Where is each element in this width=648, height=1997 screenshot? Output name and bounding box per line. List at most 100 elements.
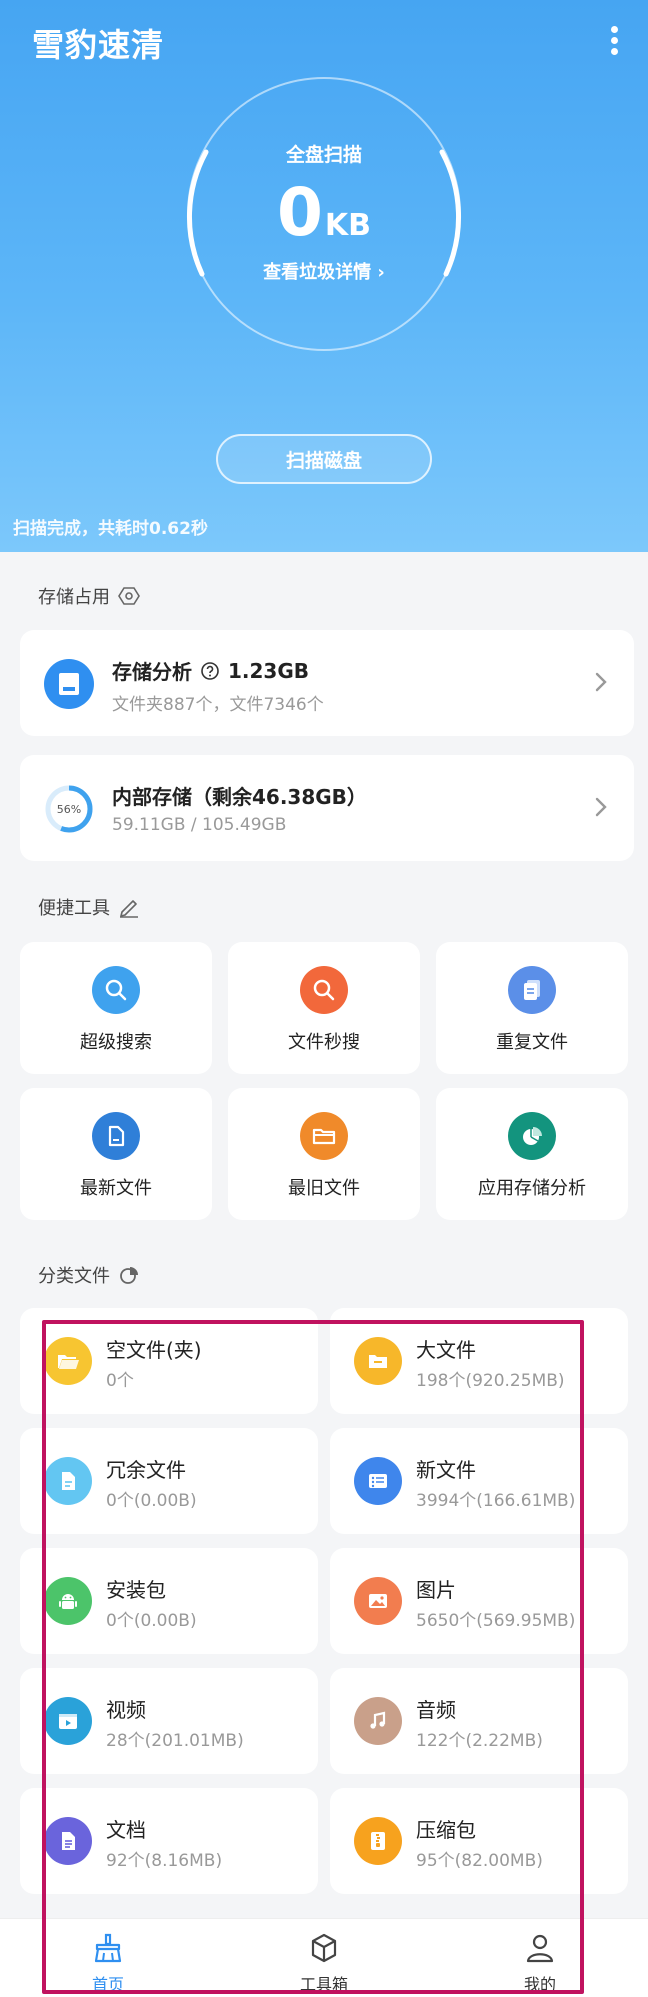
- internal-storage-sub: 59.11GB / 105.49GB: [112, 815, 287, 835]
- tool-label: 文件秒搜: [288, 1032, 360, 1053]
- category-count: 122个(2.22MB): [416, 1731, 543, 1751]
- edit-pencil-icon[interactable]: [118, 896, 140, 918]
- help-icon[interactable]: [200, 661, 220, 681]
- category-name: 视频: [106, 1698, 146, 1722]
- category-name: 图片: [416, 1578, 456, 1602]
- category-documents[interactable]: 文档 92个(8.16MB): [20, 1788, 318, 1894]
- chevron-right-icon: [595, 797, 607, 817]
- tool-label: 应用存储分析: [478, 1178, 586, 1199]
- hexagon-settings-icon[interactable]: [118, 585, 140, 607]
- nav-profile[interactable]: 我的: [480, 1919, 600, 1997]
- category-count: 0个(0.00B): [106, 1491, 197, 1511]
- music-icon: [354, 1697, 402, 1745]
- category-name: 音频: [416, 1698, 456, 1722]
- junk-size-value: 0: [276, 174, 323, 251]
- nav-label: 首页: [91, 1975, 124, 1994]
- scan-title: 全盘扫描: [285, 144, 362, 166]
- scan-header: 雪豹速清 全盘扫描 0KB 查看垃圾详情 › 扫描磁盘 扫描完成，共耗时0.62…: [0, 0, 648, 552]
- magnifier-icon: [92, 966, 140, 1014]
- scan-disk-button[interactable]: 扫描磁盘: [216, 434, 432, 484]
- nav-label: 我的: [523, 1975, 556, 1994]
- nav-toolbox[interactable]: 工具箱: [264, 1919, 384, 1997]
- broom-icon: [94, 1933, 122, 1963]
- storage-analysis-sub: 文件夹887个，文件7346个: [112, 695, 324, 715]
- tool-newest-files[interactable]: 最新文件: [20, 1088, 212, 1220]
- scan-status-text: 扫描完成，共耗时0.62秒: [13, 519, 208, 539]
- tools-section-label: 便捷工具: [38, 898, 110, 919]
- storage-analysis-value: 1.23GB: [228, 658, 310, 683]
- junk-detail-link[interactable]: 查看垃圾详情 ›: [184, 258, 464, 284]
- tool-label: 重复文件: [496, 1032, 568, 1053]
- bottom-nav: 首页 工具箱 我的: [0, 1918, 648, 1997]
- tool-label: 最旧文件: [288, 1178, 360, 1199]
- cube-icon: [311, 1933, 337, 1963]
- pie-chart-icon[interactable]: [118, 1264, 140, 1286]
- storage-section-label: 存储占用: [38, 587, 110, 608]
- tool-super-search[interactable]: 超级搜索: [20, 942, 212, 1074]
- category-new-files[interactable]: 新文件 3994个(166.61MB): [330, 1428, 628, 1534]
- category-count: 3994个(166.61MB): [416, 1491, 576, 1511]
- document-icon: [44, 1817, 92, 1865]
- image-icon: [354, 1577, 402, 1625]
- category-name: 压缩包: [416, 1818, 476, 1842]
- category-count: 92个(8.16MB): [106, 1851, 223, 1871]
- pie-chart-icon: [508, 1112, 556, 1160]
- category-audio[interactable]: 音频 122个(2.22MB): [330, 1668, 628, 1774]
- file-icon: [92, 1112, 140, 1160]
- storage-usage-ring-icon: 56%: [45, 785, 93, 833]
- tool-label: 最新文件: [80, 1178, 152, 1199]
- category-count: 28个(201.01MB): [106, 1731, 244, 1751]
- zip-icon: [354, 1817, 402, 1865]
- category-count: 95个(82.00MB): [416, 1851, 543, 1871]
- android-icon: [44, 1577, 92, 1625]
- list-icon: [354, 1457, 402, 1505]
- storage-analysis-label: 存储分析: [112, 660, 192, 684]
- scan-ring[interactable]: 全盘扫描 0KB 查看垃圾详情 ›: [184, 74, 464, 354]
- folder-icon: [300, 1112, 348, 1160]
- tool-app-storage-analysis[interactable]: 应用存储分析: [436, 1088, 628, 1220]
- category-count: 0个: [106, 1371, 134, 1391]
- folder-icon: [354, 1337, 402, 1385]
- tool-duplicate-files[interactable]: 重复文件: [436, 942, 628, 1074]
- category-name: 安装包: [106, 1578, 166, 1602]
- chevron-right-icon: [595, 672, 607, 692]
- tools-section-title: 便捷工具: [38, 894, 140, 920]
- category-archives[interactable]: 压缩包 95个(82.00MB): [330, 1788, 628, 1894]
- nav-label: 工具箱: [299, 1975, 348, 1994]
- category-large-files[interactable]: 大文件 198个(920.25MB): [330, 1308, 628, 1414]
- video-icon: [44, 1697, 92, 1745]
- category-redundant-files[interactable]: 冗余文件 0个(0.00B): [20, 1428, 318, 1534]
- user-icon: [526, 1934, 554, 1963]
- category-name: 空文件(夹): [106, 1338, 202, 1362]
- home-page: 雪豹速清 全盘扫描 0KB 查看垃圾详情 › 扫描磁盘 扫描完成，共耗时0.62…: [0, 0, 648, 1997]
- storage-analysis-title: 存储分析 1.23GB: [112, 656, 309, 685]
- junk-size-unit: KB: [324, 208, 372, 243]
- junk-size: 0KB: [184, 174, 464, 251]
- storage-analysis-card[interactable]: 存储分析 1.23GB 文件夹887个，文件7346个: [20, 630, 634, 736]
- magnifier-icon: [300, 966, 348, 1014]
- tool-oldest-files[interactable]: 最旧文件: [228, 1088, 420, 1220]
- category-name: 大文件: [416, 1338, 476, 1362]
- category-videos[interactable]: 视频 28个(201.01MB): [20, 1668, 318, 1774]
- internal-storage-title: 内部存储（剩余46.38GB）: [112, 785, 367, 809]
- nav-home[interactable]: 首页: [48, 1919, 168, 1997]
- category-count: 198个(920.25MB): [416, 1371, 565, 1391]
- more-options-icon[interactable]: [608, 26, 620, 56]
- category-count: 0个(0.00B): [106, 1611, 197, 1631]
- category-install-packages[interactable]: 安装包 0个(0.00B): [20, 1548, 318, 1654]
- storage-percent: 56%: [57, 803, 81, 816]
- internal-storage-card[interactable]: 56% 内部存储（剩余46.38GB） 59.11GB / 105.49GB: [20, 755, 634, 861]
- doc-icon: [44, 1457, 92, 1505]
- category-images[interactable]: 图片 5650个(569.95MB): [330, 1548, 628, 1654]
- tool-quick-file-search[interactable]: 文件秒搜: [228, 942, 420, 1074]
- app-title: 雪豹速清: [32, 26, 165, 64]
- category-count: 5650个(569.95MB): [416, 1611, 576, 1631]
- folder-open-icon: [44, 1337, 92, 1385]
- categories-section-label: 分类文件: [38, 1266, 110, 1287]
- categories-section-title: 分类文件: [38, 1262, 140, 1288]
- storage-section-title: 存储占用: [38, 583, 140, 609]
- category-name: 新文件: [416, 1458, 476, 1482]
- category-name: 文档: [106, 1818, 146, 1842]
- category-empty-folders[interactable]: 空文件(夹) 0个: [20, 1308, 318, 1414]
- tool-label: 超级搜索: [80, 1032, 152, 1053]
